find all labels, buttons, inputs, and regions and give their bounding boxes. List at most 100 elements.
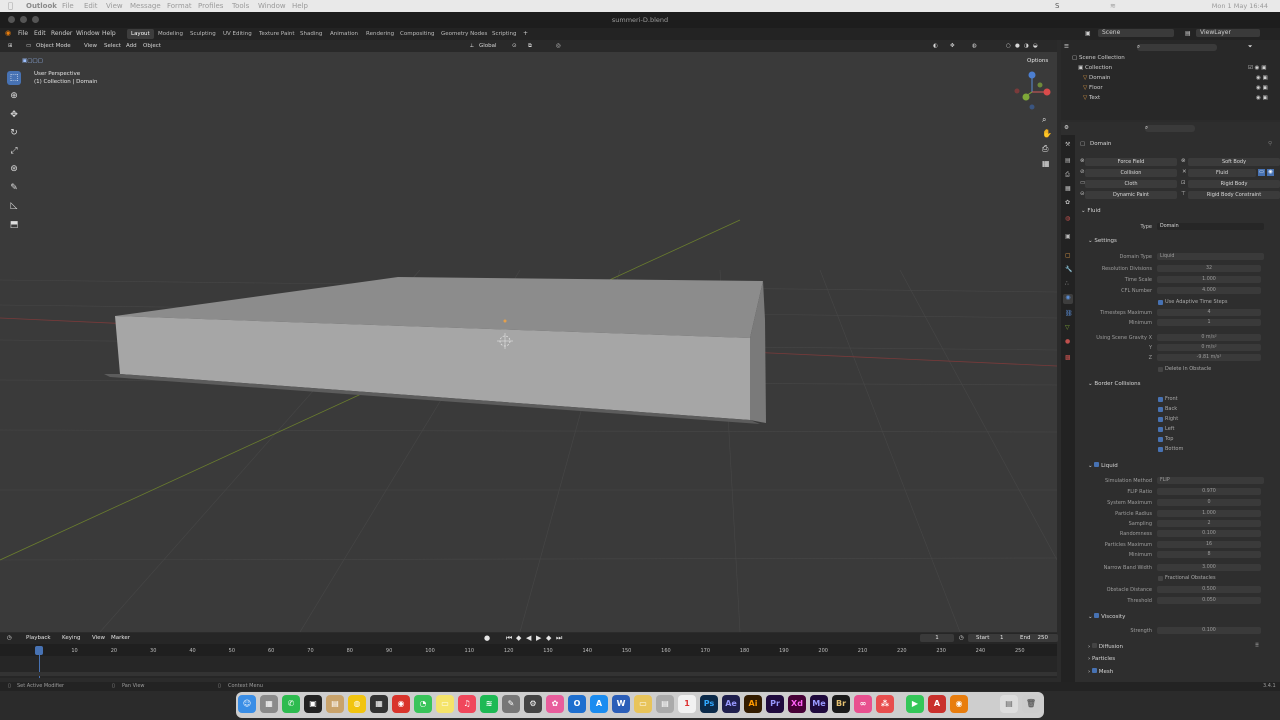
start-frame-field[interactable]: Start 1 <box>968 634 1020 642</box>
time-scale-field[interactable]: 1.000 <box>1157 276 1261 283</box>
viewlayer-field[interactable]: ViewLayer <box>1196 29 1260 37</box>
timeline-menu-view[interactable]: View <box>92 635 105 641</box>
liquid-panel-header[interactable]: ⌄ Liquid <box>1088 462 1118 469</box>
shading-material-icon[interactable]: ◑ <box>1024 43 1029 49</box>
menu-render[interactable]: Render <box>51 30 72 37</box>
next-keyframe-icon[interactable]: ◆ <box>546 634 551 642</box>
shading-solid-icon[interactable]: ● <box>1015 43 1020 49</box>
particles-max-field[interactable]: 16 <box>1157 541 1261 548</box>
mac-menu-help[interactable]: Help <box>292 2 308 10</box>
3d-viewport[interactable] <box>0 40 1057 632</box>
timesteps-min-field[interactable]: 1 <box>1157 319 1261 326</box>
record-icon[interactable]: ● <box>484 634 490 642</box>
add-workspace-icon[interactable]: + <box>523 30 528 37</box>
settings-icon[interactable]: ⚙ <box>524 695 542 713</box>
current-frame-field[interactable]: 1 <box>920 634 954 642</box>
scene-tab-icon[interactable]: ✿ <box>1065 199 1070 206</box>
ortho-toggle-icon[interactable]: ▦ <box>1042 159 1050 168</box>
calculator-icon[interactable]: ▦ <box>370 695 388 713</box>
wifi-icon[interactable]: ≋ <box>1110 2 1116 10</box>
visibility-eye-icon[interactable]: ◉ ▣ <box>1256 75 1268 84</box>
jump-end-icon[interactable]: ⏭ <box>556 634 562 643</box>
tab-geometry-nodes[interactable]: Geometry Nodes <box>437 29 491 39</box>
blender-logo-icon[interactable]: ◉ <box>5 29 11 37</box>
border-top-checkbox[interactable] <box>1158 437 1163 442</box>
app-icon[interactable]: ▣ <box>304 695 322 713</box>
preview-icon[interactable]: ▤ <box>656 695 674 713</box>
folder-icon[interactable]: ▭ <box>634 695 652 713</box>
zoom-view-icon[interactable]: ⌕ <box>1042 115 1046 125</box>
object-tab-icon[interactable]: ▢ <box>1065 252 1071 259</box>
texture-tab-icon[interactable]: ▩ <box>1065 354 1071 361</box>
outliner-editor-icon[interactable]: ☰ <box>1064 44 1069 50</box>
play-icon[interactable]: ▶ <box>536 634 541 642</box>
simulation-method-dropdown[interactable]: FLIP <box>1157 477 1264 484</box>
data-tab-icon[interactable]: ▽ <box>1065 324 1070 331</box>
resolution-field[interactable]: 32 <box>1157 265 1261 272</box>
border-bottom-checkbox[interactable] <box>1158 447 1163 452</box>
options-button[interactable]: Options <box>1027 58 1048 64</box>
timeline-editor-icon[interactable]: ◷ <box>7 635 12 641</box>
visibility-eye-icon[interactable]: ◉ ▣ <box>1256 85 1268 94</box>
menu-edit[interactable]: Edit <box>34 30 46 37</box>
blender-dock-icon[interactable]: ◉ <box>950 695 968 713</box>
orientation-dropdown[interactable]: Global <box>479 43 497 49</box>
outlook-icon[interactable]: O <box>568 695 586 713</box>
world-tab-icon[interactable]: ◍ <box>1065 215 1070 222</box>
outliner-item-floor[interactable]: ▽ Floor <box>1083 85 1103 94</box>
tab-scripting[interactable]: Scripting <box>488 29 520 39</box>
diffusion-panel-header[interactable]: › Diffusion <box>1088 643 1123 650</box>
asana-icon[interactable]: ⁂ <box>876 695 894 713</box>
calendar-icon[interactable]: 1 <box>678 695 696 713</box>
domain-type-dropdown[interactable]: Liquid <box>1157 253 1264 260</box>
mode-dropdown[interactable]: Object Mode <box>36 43 71 49</box>
facetime-icon[interactable]: ▶ <box>906 695 924 713</box>
viewport-toggle-icon[interactable]: ▭ <box>1258 169 1265 176</box>
finder-icon[interactable]: ☺ <box>238 695 256 713</box>
mac-menu-edit[interactable]: Edit <box>84 2 98 10</box>
outliner-collection[interactable]: ▣ Collection <box>1078 65 1112 74</box>
prev-keyframe-icon[interactable]: ◆ <box>516 634 521 642</box>
camera-view-icon[interactable]: ⎙ <box>1042 144 1048 154</box>
viscosity-checkbox[interactable] <box>1094 613 1100 618</box>
stopwatch-icon[interactable]: ◷ <box>959 635 964 641</box>
cursor-tool-icon[interactable]: ⊕ <box>7 89 21 103</box>
move-tool-icon[interactable]: ✥ <box>7 108 21 122</box>
select-tool-icon[interactable]: ⬚ <box>7 71 21 85</box>
scale-tool-icon[interactable]: ⤢ <box>7 144 21 158</box>
menu-window[interactable]: Window <box>76 30 100 37</box>
cloth-button[interactable]: Cloth <box>1085 180 1177 188</box>
premiere-icon[interactable]: Pr <box>766 695 784 713</box>
acrobat-icon[interactable]: A <box>928 695 946 713</box>
editor-type-icon[interactable]: ⊞ <box>8 43 13 49</box>
pin-icon[interactable]: ⚲ <box>1268 141 1272 147</box>
outliner-scene-collection[interactable]: ▢ Scene Collection <box>1072 55 1125 64</box>
pivot-icon[interactable]: ⊙ <box>512 43 517 49</box>
drag-handle-icon[interactable]: ⠿ <box>1255 643 1259 649</box>
adaptive-timesteps-checkbox[interactable] <box>1158 300 1163 305</box>
border-back-checkbox[interactable] <box>1158 407 1163 412</box>
mac-menu-view[interactable]: View <box>106 2 123 10</box>
type-dropdown[interactable]: Domain <box>1157 223 1264 230</box>
overlays-icon[interactable]: ◍ <box>972 43 977 49</box>
s-status-icon[interactable]: S <box>1055 2 1059 10</box>
narrow-band-field[interactable]: 3.000 <box>1157 564 1261 571</box>
mac-menu-tools[interactable]: Tools <box>232 2 249 10</box>
messages-icon[interactable]: ◔ <box>414 695 432 713</box>
outliner-item-domain[interactable]: ▽ Domain <box>1083 75 1110 84</box>
tool-tab-icon[interactable]: ⚒ <box>1065 141 1070 148</box>
trash-icon[interactable]: 🗑 <box>1022 695 1040 713</box>
tab-modeling[interactable]: Modeling <box>154 29 187 39</box>
strength-field[interactable]: 0.100 <box>1157 627 1261 634</box>
particles-panel-header[interactable]: › Particles <box>1088 656 1115 662</box>
liquid-checkbox[interactable] <box>1094 462 1100 467</box>
downloads-icon[interactable]: ▤ <box>1000 695 1018 713</box>
properties-search-icon[interactable]: ⌕ <box>1145 125 1195 132</box>
collision-button[interactable]: Collision <box>1085 169 1177 177</box>
tab-rendering[interactable]: Rendering <box>362 29 398 39</box>
gravity-y-field[interactable]: 0 m/s² <box>1157 344 1261 351</box>
after-effects-icon[interactable]: Ae <box>722 695 740 713</box>
clock[interactable]: Mon 1 May 16:44 <box>1212 2 1268 10</box>
particles-min-field[interactable]: 8 <box>1157 551 1261 558</box>
viewport-menu-add[interactable]: Add <box>126 43 137 49</box>
